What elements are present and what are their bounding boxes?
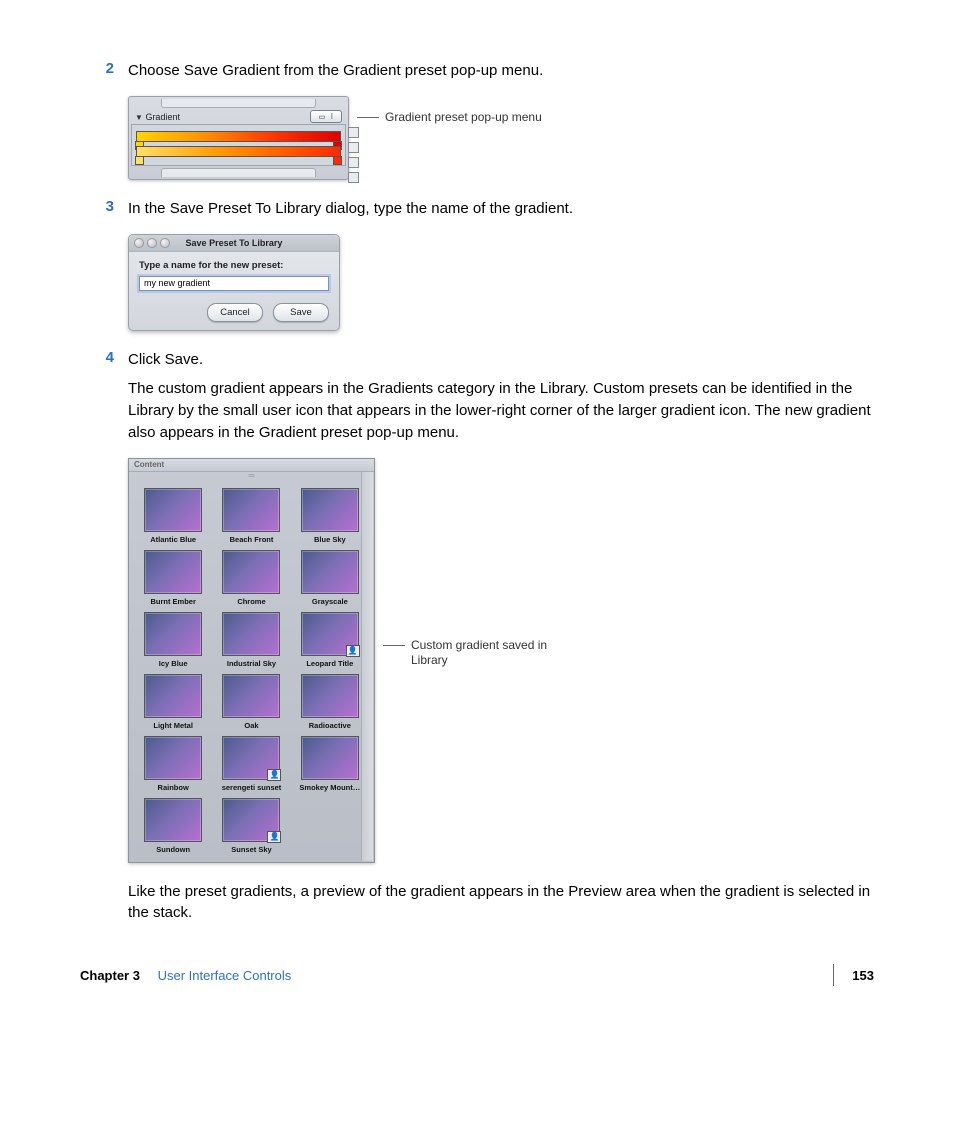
library-item[interactable]: Icy Blue <box>137 612 209 668</box>
library-item[interactable]: Sundown <box>137 798 209 854</box>
gradient-editor[interactable] <box>131 124 346 166</box>
gradient-panel: ▼ Gradient ▭⠸ <box>128 96 349 180</box>
library-item[interactable]: Light Metal <box>137 674 209 730</box>
gradient-thumbnail[interactable] <box>144 612 202 656</box>
gradient-bar-1[interactable] <box>136 131 341 142</box>
library-item-label: Rainbow <box>137 783 209 792</box>
chapter-number: Chapter 3 <box>80 968 140 983</box>
library-item[interactable]: Radioactive <box>294 674 366 730</box>
library-item-label: Leopard Title <box>294 659 366 668</box>
library-item[interactable]: 👤 Leopard Title <box>294 612 366 668</box>
library-item-label: Radioactive <box>294 721 366 730</box>
cancel-button[interactable]: Cancel <box>207 303 263 322</box>
callout-text: Custom gradient saved in Library <box>411 638 571 669</box>
user-preset-icon: 👤 <box>346 645 360 657</box>
library-item[interactable]: Smokey Mount… <box>294 736 366 792</box>
library-item[interactable]: 👤 Sunset Sky <box>215 798 287 854</box>
step-2: 2 Choose Save Gradient from the Gradient… <box>80 60 874 82</box>
save-preset-dialog: Save Preset To Library Type a name for t… <box>128 234 340 331</box>
dialog-prompt: Type a name for the new preset: <box>139 260 329 271</box>
gradient-thumbnail[interactable]: 👤 <box>301 612 359 656</box>
callout-text: Gradient preset pop-up menu <box>385 110 542 126</box>
tab-strip <box>161 99 316 108</box>
chapter-title: User Interface Controls <box>158 968 292 983</box>
library-item[interactable]: Beach Front <box>215 488 287 544</box>
step-number: 2 <box>80 60 128 82</box>
paragraph: Like the preset gradients, a preview of … <box>128 881 874 925</box>
figure-gradient-panel: ▼ Gradient ▭⠸ Gradient preset pop-up men… <box>128 96 874 180</box>
gradient-thumbnail[interactable]: 👤 <box>222 736 280 780</box>
paragraph: The custom gradient appears in the Gradi… <box>128 378 874 443</box>
gradient-thumbnail[interactable] <box>301 674 359 718</box>
save-button[interactable]: Save <box>273 303 329 322</box>
library-item-label: Sunset Sky <box>215 845 287 854</box>
gradient-thumbnail[interactable] <box>222 488 280 532</box>
step-number: 4 <box>80 349 128 371</box>
gradient-thumbnail[interactable] <box>144 736 202 780</box>
gradient-thumbnail[interactable] <box>144 674 202 718</box>
library-grid: Atlantic Blue Beach Front Blue Sky Burnt Em… <box>129 480 374 854</box>
dialog-title: Save Preset To Library <box>129 238 339 248</box>
user-preset-icon: 👤 <box>267 831 281 843</box>
library-item-label: Industrial Sky <box>215 659 287 668</box>
user-preset-icon: 👤 <box>267 769 281 781</box>
figure-save-dialog: Save Preset To Library Type a name for t… <box>128 234 874 331</box>
step-3: 3 In the Save Preset To Library dialog, … <box>80 198 874 220</box>
gradient-disclosure[interactable]: ▼ Gradient <box>135 112 180 122</box>
gradient-side-controls[interactable] <box>348 127 359 183</box>
library-item-label: Atlantic Blue <box>137 535 209 544</box>
library-item-label: Icy Blue <box>137 659 209 668</box>
gradient-thumbnail[interactable] <box>301 550 359 594</box>
library-item-label: Smokey Mount… <box>294 783 366 792</box>
gradient-thumbnail[interactable] <box>222 674 280 718</box>
step-text: In the Save Preset To Library dialog, ty… <box>128 198 874 220</box>
library-item-label: Beach Front <box>215 535 287 544</box>
gradient-bar-2[interactable] <box>136 146 341 157</box>
page-number: 153 <box>833 964 874 986</box>
callout-line <box>383 645 405 646</box>
step-4: 4 Click Save. <box>80 349 874 371</box>
step-text: Choose Save Gradient from the Gradient p… <box>128 60 874 82</box>
library-header: Content <box>134 460 164 469</box>
gradient-preset-popup[interactable]: ▭⠸ <box>310 110 342 123</box>
library-item[interactable]: Industrial Sky <box>215 612 287 668</box>
gradient-thumbnail[interactable] <box>301 488 359 532</box>
figure-library: Content ═ Atlantic Blue Beach Front Blue S… <box>128 458 874 863</box>
library-item-label: Oak <box>215 721 287 730</box>
library-item[interactable]: Burnt Ember <box>137 550 209 606</box>
library-item-label: Burnt Ember <box>137 597 209 606</box>
callout-line <box>357 117 379 118</box>
gradient-thumbnail[interactable] <box>222 550 280 594</box>
library-item-label: serengeti sunset <box>215 783 287 792</box>
library-item[interactable]: Grayscale <box>294 550 366 606</box>
gradient-thumbnail[interactable] <box>144 488 202 532</box>
library-panel: Content ═ Atlantic Blue Beach Front Blue S… <box>128 458 375 863</box>
library-item[interactable]: 👤 serengeti sunset <box>215 736 287 792</box>
drag-handle-icon[interactable]: ═ <box>129 472 374 480</box>
tab-strip-bottom <box>161 168 316 177</box>
library-item-label: Chrome <box>215 597 287 606</box>
page-footer: Chapter 3 User Interface Controls 153 <box>80 964 874 986</box>
scrollbar[interactable] <box>361 472 373 861</box>
gradient-thumbnail[interactable]: 👤 <box>222 798 280 842</box>
library-item-label: Blue Sky <box>294 535 366 544</box>
step-number: 3 <box>80 198 128 220</box>
gradient-thumbnail[interactable] <box>301 736 359 780</box>
library-item[interactable]: Chrome <box>215 550 287 606</box>
library-item[interactable]: Rainbow <box>137 736 209 792</box>
library-item[interactable]: Atlantic Blue <box>137 488 209 544</box>
library-item-label: Light Metal <box>137 721 209 730</box>
preset-name-input[interactable] <box>139 276 329 291</box>
gradient-thumbnail[interactable] <box>144 798 202 842</box>
library-item[interactable]: Blue Sky <box>294 488 366 544</box>
gradient-thumbnail[interactable] <box>144 550 202 594</box>
library-item[interactable]: Oak <box>215 674 287 730</box>
library-item-label: Sundown <box>137 845 209 854</box>
gradient-thumbnail[interactable] <box>222 612 280 656</box>
step-text: Click Save. <box>128 349 874 371</box>
library-item-label: Grayscale <box>294 597 366 606</box>
